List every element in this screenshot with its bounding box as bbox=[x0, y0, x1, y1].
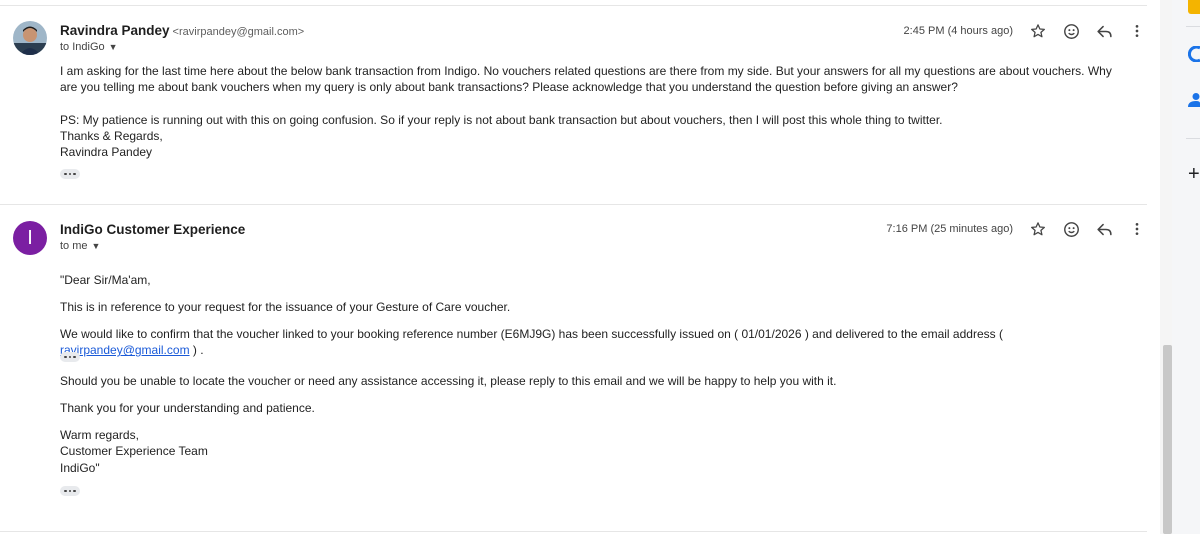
emoji-icon[interactable] bbox=[1061, 219, 1081, 239]
sender-name[interactable]: IndiGo Customer Experience bbox=[60, 222, 245, 237]
dropdown-caret-icon[interactable]: ▼ bbox=[92, 241, 101, 251]
signature-line: Customer Experience Team bbox=[60, 444, 208, 459]
show-trimmed-icon[interactable] bbox=[60, 169, 80, 179]
email-thread: Ravindra Pandey <ravirpandey@gmail.com> t… bbox=[0, 0, 1147, 534]
emoji-icon[interactable] bbox=[1061, 21, 1081, 41]
scrollbar-thumb[interactable] bbox=[1163, 345, 1172, 534]
body-paragraph: Thank you for your understanding and pat… bbox=[60, 401, 315, 415]
recipients-label: to me bbox=[60, 240, 88, 252]
message-divider bbox=[0, 531, 1147, 532]
signoff: Thanks & Regards, bbox=[60, 128, 163, 143]
show-trimmed-icon[interactable] bbox=[60, 486, 80, 496]
side-panel bbox=[1172, 0, 1200, 534]
body-paragraph: Should you be unable to locate the vouch… bbox=[60, 374, 837, 388]
sender-name[interactable]: Ravindra Pandey <ravirpandey@gmail.com> bbox=[60, 23, 304, 38]
signature-block: Warm regards, Customer Experience Team I… bbox=[60, 427, 1130, 476]
divider bbox=[1186, 26, 1200, 27]
body-paragraph: PS: My patience is running out with this… bbox=[60, 112, 943, 127]
divider bbox=[1186, 138, 1200, 139]
calendar-icon[interactable] bbox=[1188, 0, 1200, 14]
signature-name: Ravindra Pandey bbox=[60, 145, 153, 160]
reply-icon[interactable] bbox=[1094, 21, 1114, 41]
message-timestamp: 2:45 PM (4 hours ago) bbox=[903, 25, 1013, 37]
sender-name-text: Ravindra Pandey bbox=[60, 23, 170, 38]
message-timestamp: 7:16 PM (25 minutes ago) bbox=[886, 223, 1013, 235]
body-paragraph: This is in reference to your request for… bbox=[60, 300, 511, 314]
body-text: ) . bbox=[189, 343, 204, 358]
avatar[interactable] bbox=[13, 21, 47, 55]
recipients-toggle[interactable]: to me ▼ bbox=[60, 240, 100, 252]
signoff: Warm regards, bbox=[60, 428, 139, 442]
body-paragraph: We would like to confirm that the vouche… bbox=[60, 326, 1130, 359]
message-body: I am asking for the last time here about… bbox=[60, 63, 1130, 160]
dropdown-caret-icon[interactable]: ▼ bbox=[109, 42, 118, 52]
star-icon[interactable] bbox=[1028, 21, 1048, 41]
more-vert-icon[interactable] bbox=[1127, 21, 1147, 41]
recipients-label: to IndiGo bbox=[60, 41, 105, 53]
recipients-toggle[interactable]: to IndiGo ▼ bbox=[60, 41, 118, 53]
signature-line: IndiGo" bbox=[60, 460, 100, 475]
star-icon[interactable] bbox=[1028, 219, 1048, 239]
tasks-icon[interactable] bbox=[1187, 45, 1200, 63]
more-vert-icon[interactable] bbox=[1127, 219, 1147, 239]
divider bbox=[0, 5, 1147, 6]
reply-icon[interactable] bbox=[1094, 219, 1114, 239]
show-trimmed-icon[interactable] bbox=[60, 352, 80, 362]
message-divider bbox=[0, 204, 1147, 205]
sender-email: <ravirpandey@gmail.com> bbox=[172, 26, 305, 38]
body-text: We would like to confirm that the vouche… bbox=[60, 327, 1003, 341]
add-icon[interactable]: + bbox=[1188, 164, 1200, 184]
body-paragraph: "Dear Sir/Ma'am, bbox=[60, 273, 151, 287]
body-paragraph: I am asking for the last time here about… bbox=[60, 64, 1112, 95]
contacts-icon[interactable] bbox=[1188, 92, 1200, 108]
avatar[interactable]: I bbox=[13, 221, 47, 255]
